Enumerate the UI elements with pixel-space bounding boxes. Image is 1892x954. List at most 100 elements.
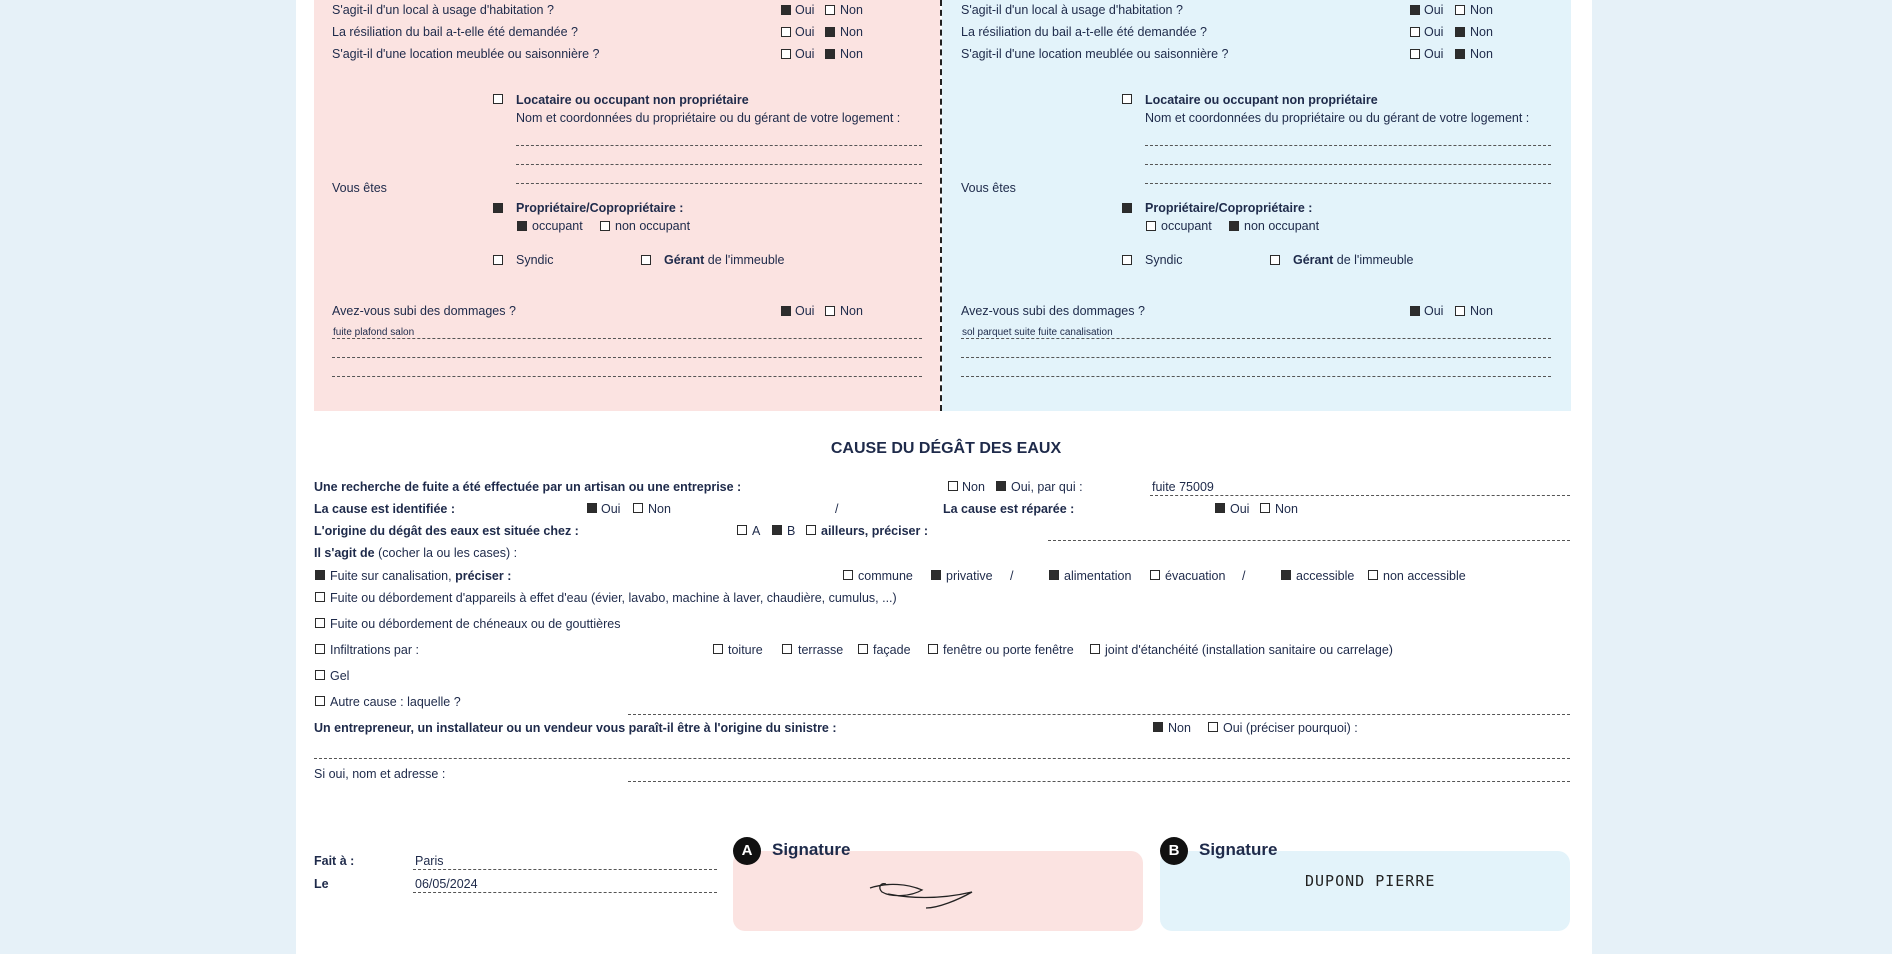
a-meublee-oui-label: Oui (795, 47, 815, 61)
origine-question: L'origine du dégât des eaux est située c… (314, 524, 579, 538)
entrepreneur-non-checkbox[interactable] (1153, 722, 1163, 732)
a-resiliation-oui-checkbox[interactable] (781, 27, 791, 37)
b-locataire-label: Locataire ou occupant non propriétaire (1145, 93, 1378, 107)
gel-checkbox[interactable] (315, 670, 325, 680)
a-habitation-non-checkbox[interactable] (825, 5, 835, 15)
origine-ailleurs-checkbox[interactable] (806, 525, 816, 535)
alimentation-checkbox[interactable] (1049, 570, 1059, 580)
b-meublee-oui-checkbox[interactable] (1410, 49, 1420, 59)
b-meublee-oui-label: Oui (1424, 47, 1444, 61)
b-syndic-checkbox[interactable] (1122, 255, 1132, 265)
b-gerant-checkbox[interactable] (1270, 255, 1280, 265)
a-dommages-non-checkbox[interactable] (825, 306, 835, 316)
b-resiliation-non-checkbox[interactable] (1455, 27, 1465, 37)
a-dommages-line-2[interactable] (332, 357, 922, 358)
a-dommages-line-1[interactable] (332, 338, 922, 339)
a-syndic-checkbox[interactable] (493, 255, 503, 265)
b-dommages-line-3[interactable] (961, 376, 1551, 377)
a-proprietaire-checkbox[interactable] (493, 203, 503, 213)
fait-a-line[interactable] (413, 869, 717, 870)
recherche-question: Une recherche de fuite a été effectuée p… (314, 480, 742, 494)
b-dommages-non-checkbox[interactable] (1455, 306, 1465, 316)
b-gerant-label: Gérant de l'immeuble (1293, 253, 1414, 268)
b-meublee-question: S'agit-il d'une location meublée ou sais… (961, 47, 1229, 61)
autre-line[interactable] (628, 714, 1570, 715)
recherche-non-checkbox[interactable] (948, 481, 958, 491)
commune-checkbox[interactable] (843, 570, 853, 580)
infiltrations-checkbox[interactable] (315, 644, 325, 654)
b-dommages-oui-label: Oui (1424, 304, 1444, 318)
origine-b-checkbox[interactable] (772, 525, 782, 535)
evacuation-checkbox[interactable] (1150, 570, 1160, 580)
le-line[interactable] (413, 892, 717, 893)
a-habitation-oui-checkbox[interactable] (781, 5, 791, 15)
privative-checkbox[interactable] (931, 570, 941, 580)
si-oui-label: Si oui, nom et adresse : (314, 767, 446, 781)
reparee-question: La cause est réparée : (943, 502, 1075, 516)
b-coordonnees-line-3[interactable] (1145, 183, 1551, 184)
a-coordonnees-line-2[interactable] (516, 164, 922, 165)
gel-label: Gel (330, 669, 350, 683)
a-coordonnees-line-3[interactable] (516, 183, 922, 184)
b-dommages-oui-checkbox[interactable] (1410, 306, 1420, 316)
reparee-non-label: Non (1275, 502, 1298, 516)
b-dommages-line-2[interactable] (961, 357, 1551, 358)
b-resiliation-oui-checkbox[interactable] (1410, 27, 1420, 37)
joint-checkbox[interactable] (1090, 644, 1100, 654)
identifiee-oui-checkbox[interactable] (587, 503, 597, 513)
a-resiliation-non-checkbox[interactable] (825, 27, 835, 37)
b-coordonnees-line-2[interactable] (1145, 164, 1551, 165)
si-oui-line[interactable] (628, 781, 1570, 782)
a-syndic-label: Syndic (516, 253, 554, 267)
terrasse-checkbox[interactable] (782, 644, 792, 654)
recherche-oui-checkbox[interactable] (996, 481, 1006, 491)
b-proprietaire-checkbox[interactable] (1122, 203, 1132, 213)
a-resiliation-oui-label: Oui (795, 25, 815, 39)
signature-b-badge: B (1160, 837, 1188, 865)
par-qui-line[interactable] (1150, 495, 1570, 496)
appareils-checkbox[interactable] (315, 592, 325, 602)
joint-label: joint d'étanchéité (installation sanitai… (1105, 643, 1393, 657)
b-coordonnees-line-1[interactable] (1145, 145, 1551, 146)
cause-section-title: CAUSE DU DÉGÂT DES EAUX (830, 440, 1062, 457)
a-gerant-checkbox[interactable] (641, 255, 651, 265)
a-coordonnees-line-1[interactable] (516, 145, 922, 146)
b-non-occupant-checkbox[interactable] (1229, 221, 1239, 231)
origine-a-checkbox[interactable] (737, 525, 747, 535)
entrepreneur-oui-checkbox[interactable] (1208, 722, 1218, 732)
autre-checkbox[interactable] (315, 696, 325, 706)
fuite-canalisation-checkbox[interactable] (315, 570, 325, 580)
toiture-checkbox[interactable] (713, 644, 723, 654)
b-habitation-oui-checkbox[interactable] (1410, 5, 1420, 15)
cheneaux-checkbox[interactable] (315, 618, 325, 628)
b-vous-etes-label: Vous êtes (961, 181, 1016, 195)
a-locataire-checkbox[interactable] (493, 94, 503, 104)
origine-ailleurs-line[interactable] (1048, 540, 1570, 541)
a-dommages-oui-checkbox[interactable] (781, 306, 791, 316)
entrepreneur-line[interactable] (314, 758, 1570, 759)
fenetre-checkbox[interactable] (928, 644, 938, 654)
facade-checkbox[interactable] (858, 644, 868, 654)
b-meublee-non-checkbox[interactable] (1455, 49, 1465, 59)
b-habitation-non-checkbox[interactable] (1455, 5, 1465, 15)
non-accessible-checkbox[interactable] (1368, 570, 1378, 580)
identifiee-question: La cause est identifiée : (314, 502, 456, 516)
accessible-checkbox[interactable] (1281, 570, 1291, 580)
a-meublee-oui-checkbox[interactable] (781, 49, 791, 59)
a-non-occupant-checkbox[interactable] (600, 221, 610, 231)
a-dommages-line-3[interactable] (332, 376, 922, 377)
appareils-label: Fuite ou débordement d'appareils à effet… (330, 591, 897, 605)
a-meublee-non-label: Non (840, 47, 863, 61)
identifiee-non-checkbox[interactable] (633, 503, 643, 513)
identifiee-oui-label: Oui (601, 502, 621, 516)
b-occupant-checkbox[interactable] (1146, 221, 1156, 231)
a-meublee-non-checkbox[interactable] (825, 49, 835, 59)
signature-b-box[interactable] (1160, 851, 1570, 931)
reparee-oui-checkbox[interactable] (1215, 503, 1225, 513)
b-locataire-checkbox[interactable] (1122, 94, 1132, 104)
il-sagit-rest: (cocher la ou les cases) : (378, 546, 518, 560)
b-dommages-line-1[interactable] (961, 338, 1551, 339)
evacuation-label: évacuation (1165, 569, 1226, 583)
a-occupant-checkbox[interactable] (517, 221, 527, 231)
reparee-non-checkbox[interactable] (1260, 503, 1270, 513)
